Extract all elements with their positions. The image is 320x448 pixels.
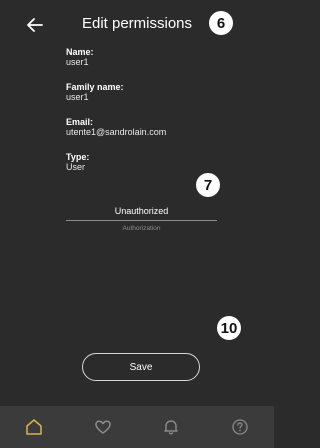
step-marker-7: 7	[196, 173, 220, 197]
field-type-value: User	[66, 162, 86, 172]
field-type: Type: User	[66, 152, 90, 172]
tab-favorites[interactable]	[69, 406, 138, 448]
help-icon	[232, 419, 248, 435]
field-name-label: Name	[66, 47, 91, 57]
tab-notifications[interactable]	[137, 406, 206, 448]
authorization-select[interactable]: Unauthorized Authorization	[66, 206, 217, 232]
field-email-value: utente1@sandrolain.com	[66, 127, 167, 137]
field-family-name-value: user1	[66, 92, 89, 102]
field-family-name: Family name: user1	[66, 82, 124, 102]
app-header: Edit permissions	[0, 0, 274, 52]
authorization-hint: Authorization	[122, 225, 161, 232]
field-name: Name: user1	[66, 47, 94, 67]
bell-icon	[164, 420, 178, 435]
field-family-name-label: Family name	[66, 82, 121, 92]
heart-icon	[94, 420, 111, 434]
step-marker-10: 10	[217, 316, 241, 340]
bottom-tab-bar	[0, 406, 274, 448]
tab-home[interactable]	[0, 406, 69, 448]
authorization-value[interactable]: Unauthorized	[66, 206, 217, 221]
home-icon	[26, 419, 42, 435]
save-button[interactable]: Save	[82, 353, 200, 381]
tab-help[interactable]	[206, 406, 275, 448]
field-email-label: Email	[66, 117, 91, 127]
field-email: Email: utente1@sandrolain.com	[66, 117, 167, 137]
step-marker-6: 6	[209, 11, 233, 35]
field-type-label: Type	[66, 152, 87, 162]
field-name-value: user1	[66, 57, 89, 67]
